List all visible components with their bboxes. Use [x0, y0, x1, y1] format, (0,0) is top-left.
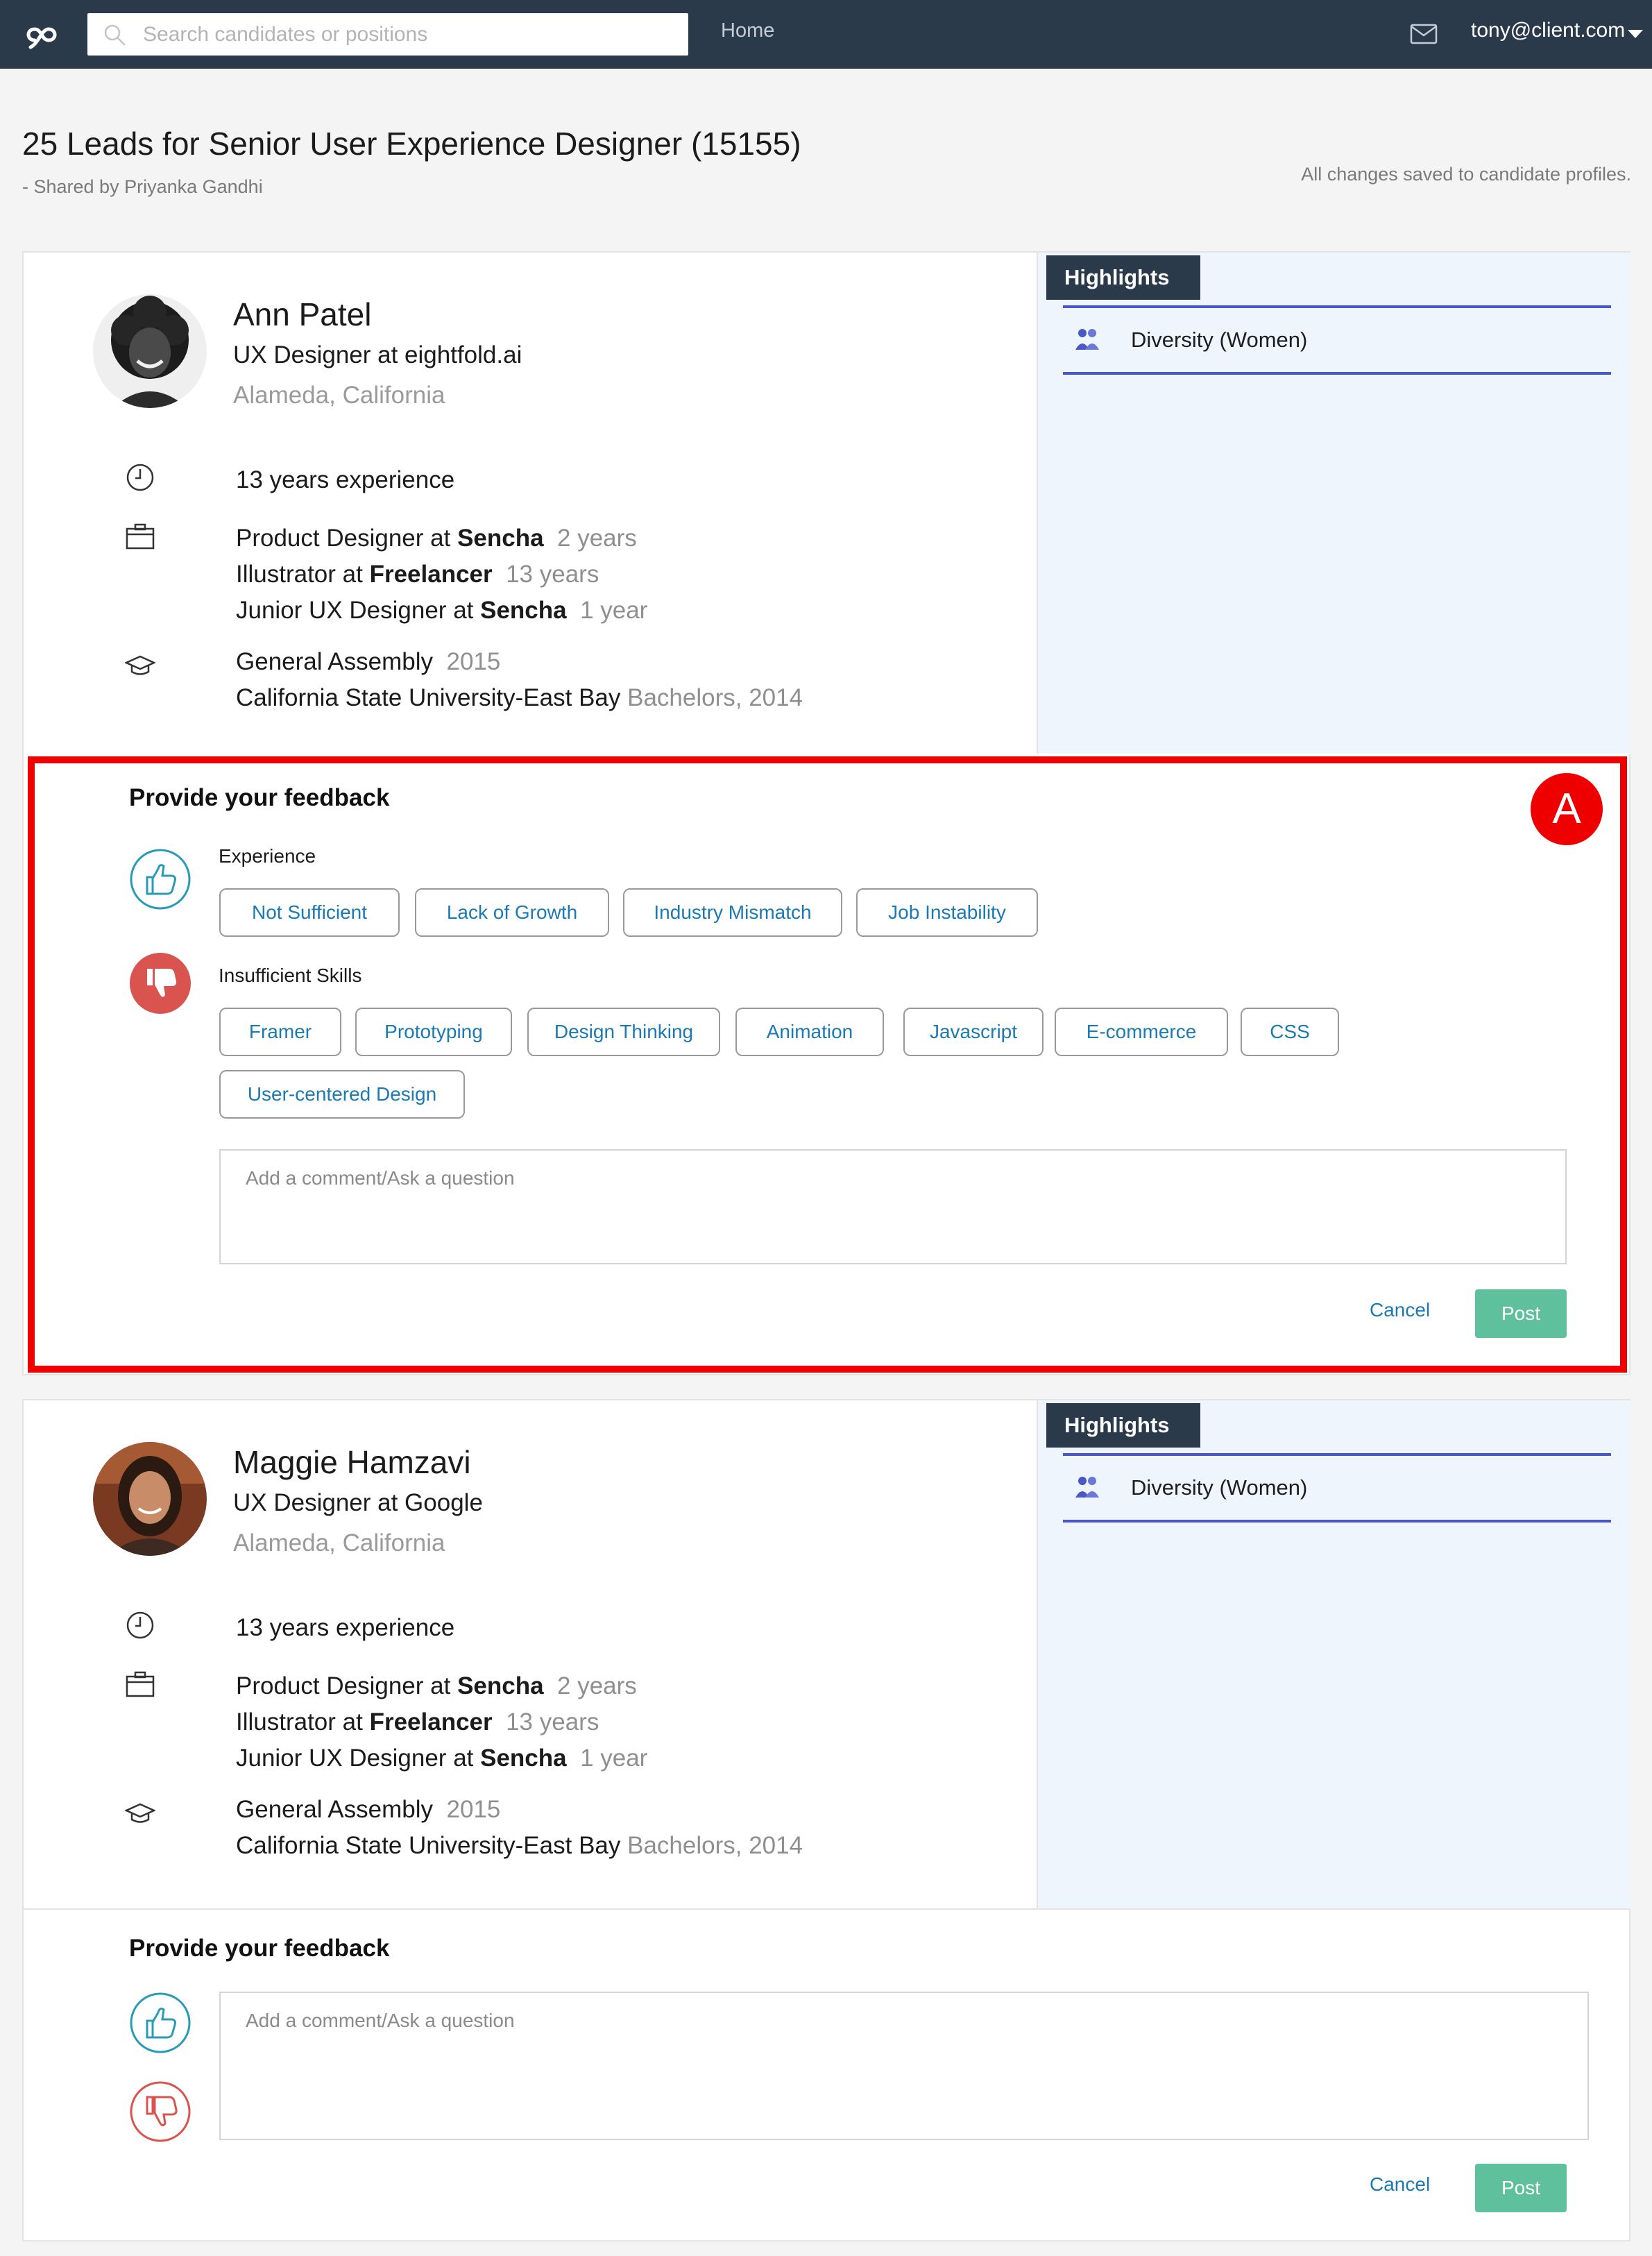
- job-history-item: Illustrator at Freelancer 13 years: [236, 561, 599, 588]
- comment-input[interactable]: [221, 1993, 1587, 2139]
- highlight-label: Diversity (Women): [1131, 1475, 1308, 1500]
- annotation-badge: A: [1531, 773, 1603, 845]
- highlights-panel: Highlights Diversity (Women): [1037, 1400, 1630, 1908]
- job-history-item: Illustrator at Freelancer 13 years: [236, 1708, 599, 1736]
- candidate-location: Alameda, California: [233, 1529, 445, 1557]
- candidate-name[interactable]: Maggie Hamzavi: [233, 1443, 471, 1481]
- cancel-button[interactable]: Cancel: [1370, 2173, 1430, 2196]
- avatar[interactable]: [93, 1442, 207, 1556]
- candidate-role: UX Designer at eightfold.ai: [233, 341, 522, 368]
- graduation-cap-icon: [125, 655, 155, 675]
- diversity-icon: [1075, 329, 1099, 350]
- job-history-item: Product Designer at Sencha 2 years: [236, 1672, 637, 1699]
- education-item: California State University-East Bay Bac…: [236, 1832, 803, 1859]
- highlight-label: Diversity (Women): [1131, 328, 1308, 352]
- experience-years: 13 years experience: [236, 1614, 455, 1641]
- comment-box: [219, 1992, 1589, 2140]
- thumbs-down-icon[interactable]: [129, 2080, 191, 2143]
- education-item: General Assembly 2015: [236, 648, 501, 675]
- user-menu[interactable]: tony@client.com: [1471, 19, 1625, 42]
- job-history-item: Junior UX Designer at Sencha 1 year: [236, 1745, 648, 1772]
- job-history-item: Product Designer at Sencha 2 years: [236, 525, 637, 552]
- section-divider: [24, 1908, 1629, 1910]
- highlight-item: Diversity (Women): [1063, 305, 1611, 375]
- search-bar: [87, 13, 688, 56]
- education-item: General Assembly 2015: [236, 1796, 501, 1823]
- briefcase-icon: [126, 523, 155, 550]
- annotation-highlight-box: [28, 756, 1627, 1373]
- graduation-cap-icon: [125, 1803, 155, 1823]
- candidate-profile: Maggie Hamzavi UX Designer at Google Ala…: [24, 1400, 1035, 1908]
- avatar[interactable]: [93, 294, 207, 408]
- chevron-down-icon[interactable]: [1628, 30, 1643, 38]
- logo-icon[interactable]: [21, 15, 60, 54]
- diversity-icon: [1075, 1477, 1099, 1498]
- post-button[interactable]: Post: [1475, 2164, 1567, 2212]
- search-input[interactable]: [143, 13, 670, 56]
- feedback-title: Provide your feedback: [129, 1935, 390, 1962]
- candidate-role: UX Designer at Google: [233, 1489, 483, 1516]
- highlights-panel: Highlights Diversity (Women): [1037, 253, 1630, 754]
- save-status: All changes saved to candidate profiles.: [1301, 164, 1631, 185]
- highlight-item: Diversity (Women): [1063, 1453, 1611, 1523]
- job-history-item: Junior UX Designer at Sencha 1 year: [236, 597, 648, 624]
- page-title: 25 Leads for Senior User Experience Desi…: [22, 126, 801, 162]
- candidate-card: Maggie Hamzavi UX Designer at Google Ala…: [22, 1399, 1630, 2241]
- clock-icon: [126, 464, 154, 491]
- thumbs-up-icon[interactable]: [129, 1992, 191, 2054]
- education-item: California State University-East Bay Bac…: [236, 684, 803, 711]
- mail-icon[interactable]: [1410, 24, 1438, 44]
- tab-highlights[interactable]: Highlights: [1046, 255, 1200, 300]
- candidate-location: Alameda, California: [233, 382, 445, 409]
- clock-icon: [126, 1611, 154, 1639]
- nav-link-home[interactable]: Home: [721, 19, 774, 42]
- experience-years: 13 years experience: [236, 466, 455, 493]
- top-navigation-bar: Home tony@client.com: [0, 0, 1652, 69]
- search-icon: [104, 24, 126, 46]
- briefcase-icon: [126, 1671, 155, 1697]
- tab-highlights[interactable]: Highlights: [1046, 1403, 1200, 1448]
- candidate-name[interactable]: Ann Patel: [233, 296, 371, 333]
- candidate-profile: Ann Patel UX Designer at eightfold.ai Al…: [24, 253, 1035, 754]
- shared-by-label: - Shared by Priyanka Gandhi: [22, 176, 263, 197]
